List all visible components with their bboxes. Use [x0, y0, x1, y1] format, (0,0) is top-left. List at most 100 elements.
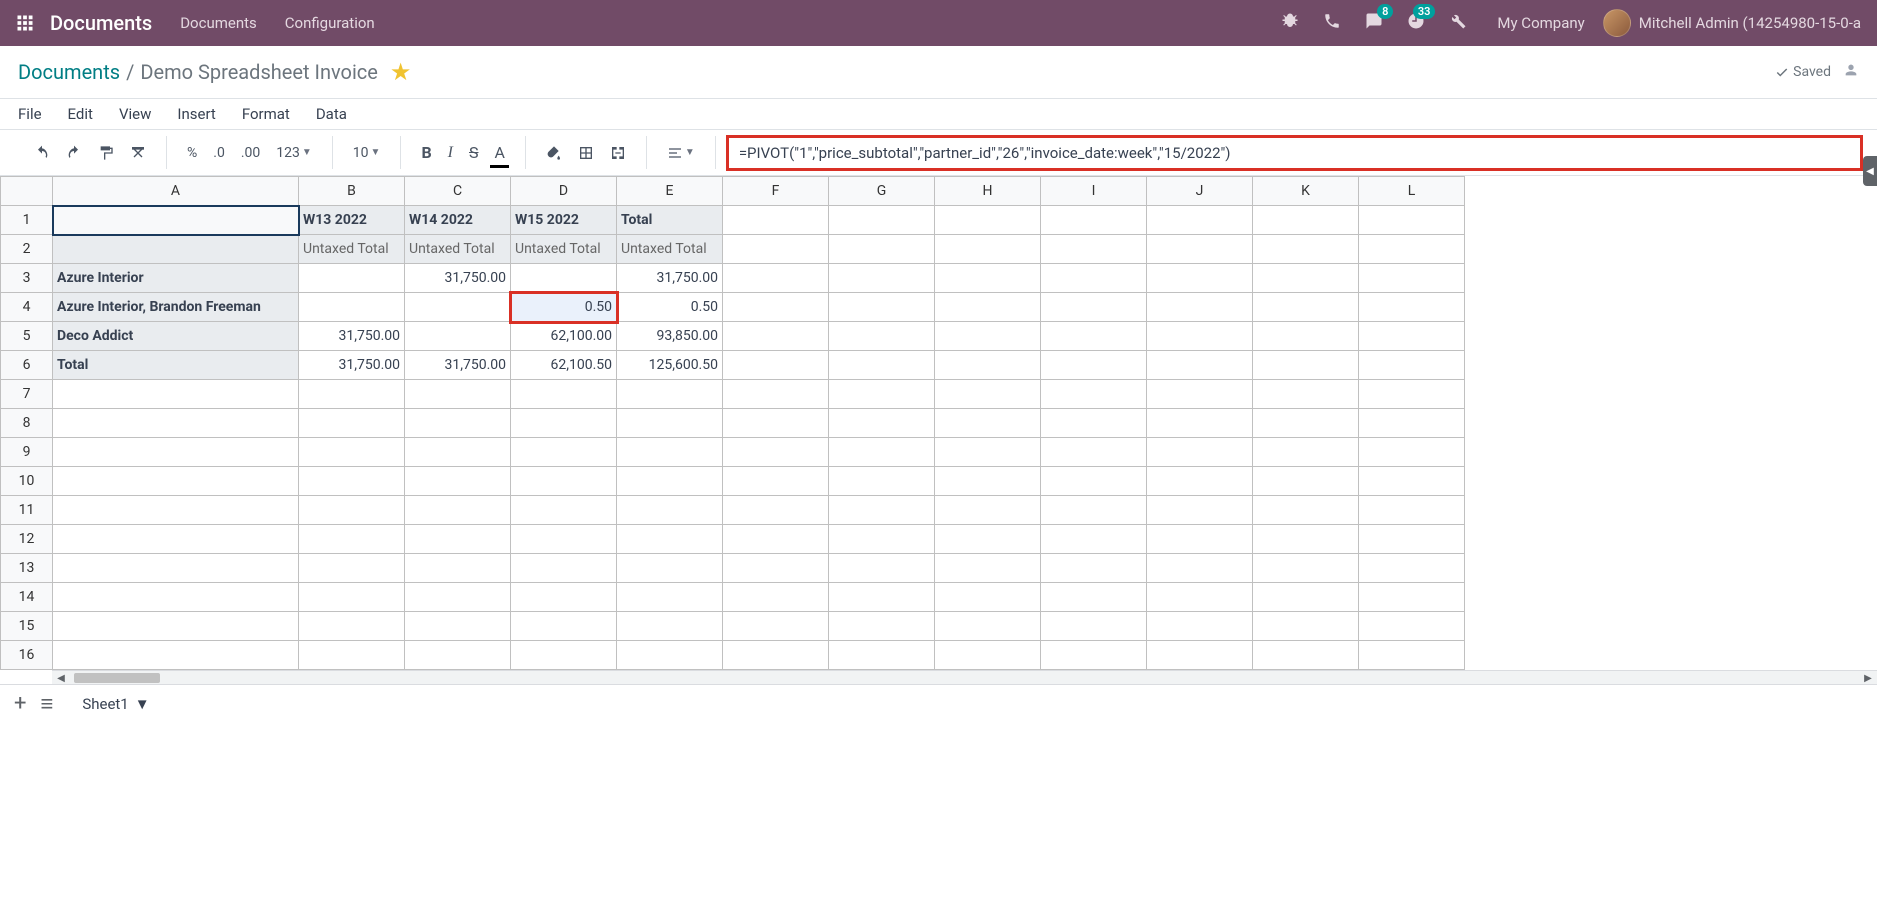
cell-G16[interactable]: [829, 641, 935, 670]
phone-icon[interactable]: [1323, 12, 1341, 34]
cell-J9[interactable]: [1147, 438, 1253, 467]
cell-I13[interactable]: [1041, 554, 1147, 583]
row-header-1[interactable]: 1: [1, 206, 53, 235]
cell-F4[interactable]: [723, 293, 829, 322]
cell-G9[interactable]: [829, 438, 935, 467]
cell-C1[interactable]: W14 2022: [405, 206, 511, 235]
cell-F3[interactable]: [723, 264, 829, 293]
cell-D3[interactable]: [511, 264, 617, 293]
cell-I16[interactable]: [1041, 641, 1147, 670]
cell-D10[interactable]: [511, 467, 617, 496]
cell-B10[interactable]: [299, 467, 405, 496]
cell-C4[interactable]: [405, 293, 511, 322]
row-header-6[interactable]: 6: [1, 351, 53, 380]
cell-L11[interactable]: [1359, 496, 1465, 525]
scroll-left-icon[interactable]: ◀: [52, 671, 70, 684]
cell-L6[interactable]: [1359, 351, 1465, 380]
cell-H10[interactable]: [935, 467, 1041, 496]
cell-B16[interactable]: [299, 641, 405, 670]
cell-E13[interactable]: [617, 554, 723, 583]
menu-edit[interactable]: Edit: [68, 105, 93, 123]
cell-B3[interactable]: [299, 264, 405, 293]
cell-D6[interactable]: 62,100.50: [511, 351, 617, 380]
add-sheet-button[interactable]: +: [14, 691, 26, 716]
cell-F11[interactable]: [723, 496, 829, 525]
cell-I1[interactable]: [1041, 206, 1147, 235]
cell-H13[interactable]: [935, 554, 1041, 583]
menu-view[interactable]: View: [119, 105, 151, 123]
cell-J1[interactable]: [1147, 206, 1253, 235]
cell-E15[interactable]: [617, 612, 723, 641]
cell-H16[interactable]: [935, 641, 1041, 670]
nav-link-documents[interactable]: Documents: [180, 14, 257, 32]
cell-E14[interactable]: [617, 583, 723, 612]
cell-G14[interactable]: [829, 583, 935, 612]
row-header-4[interactable]: 4: [1, 293, 53, 322]
cell-J13[interactable]: [1147, 554, 1253, 583]
cell-F15[interactable]: [723, 612, 829, 641]
col-header-D[interactable]: D: [511, 177, 617, 206]
cell-A11[interactable]: [53, 496, 299, 525]
percent-format-button[interactable]: %: [181, 141, 203, 165]
menu-file[interactable]: File: [18, 105, 42, 123]
cell-D1[interactable]: W15 2022: [511, 206, 617, 235]
cell-E2[interactable]: Untaxed Total: [617, 235, 723, 264]
cell-F7[interactable]: [723, 380, 829, 409]
cell-C15[interactable]: [405, 612, 511, 641]
cell-E12[interactable]: [617, 525, 723, 554]
cell-J5[interactable]: [1147, 322, 1253, 351]
scroll-right-icon[interactable]: ▶: [1859, 671, 1877, 684]
cell-G3[interactable]: [829, 264, 935, 293]
cell-D14[interactable]: [511, 583, 617, 612]
spreadsheet-grid[interactable]: A B C D E F G H I J K L 1 W13 2022 W14 2…: [0, 176, 1465, 670]
cell-F1[interactable]: [723, 206, 829, 235]
cell-B6[interactable]: 31,750.00: [299, 351, 405, 380]
fill-color-button[interactable]: [540, 141, 568, 165]
row-header-5[interactable]: 5: [1, 322, 53, 351]
cell-A14[interactable]: [53, 583, 299, 612]
cell-F2[interactable]: [723, 235, 829, 264]
cell-G1[interactable]: [829, 206, 935, 235]
cell-I2[interactable]: [1041, 235, 1147, 264]
cell-A9[interactable]: [53, 438, 299, 467]
cell-J3[interactable]: [1147, 264, 1253, 293]
cell-H3[interactable]: [935, 264, 1041, 293]
cell-A1[interactable]: [53, 206, 299, 235]
cell-A3[interactable]: Azure Interior: [53, 264, 299, 293]
row-header-12[interactable]: 12: [1, 525, 53, 554]
cell-E5[interactable]: 93,850.00: [617, 322, 723, 351]
cell-L14[interactable]: [1359, 583, 1465, 612]
username-label[interactable]: Mitchell Admin (14254980-15-0-a: [1639, 14, 1861, 32]
cell-L4[interactable]: [1359, 293, 1465, 322]
cell-B9[interactable]: [299, 438, 405, 467]
strikethrough-button[interactable]: S: [463, 139, 485, 166]
cell-E6[interactable]: 125,600.50: [617, 351, 723, 380]
cell-I7[interactable]: [1041, 380, 1147, 409]
cell-J15[interactable]: [1147, 612, 1253, 641]
number-format-button[interactable]: 123▼: [270, 141, 318, 165]
cell-K13[interactable]: [1253, 554, 1359, 583]
cell-L3[interactable]: [1359, 264, 1465, 293]
cell-C16[interactable]: [405, 641, 511, 670]
cell-E8[interactable]: [617, 409, 723, 438]
cell-G15[interactable]: [829, 612, 935, 641]
paint-format-button[interactable]: [92, 141, 120, 165]
undo-button[interactable]: [28, 141, 56, 165]
cell-K12[interactable]: [1253, 525, 1359, 554]
col-header-A[interactable]: A: [53, 177, 299, 206]
cell-B11[interactable]: [299, 496, 405, 525]
apps-grid-icon[interactable]: [16, 14, 34, 32]
cell-C9[interactable]: [405, 438, 511, 467]
cell-G12[interactable]: [829, 525, 935, 554]
cell-I11[interactable]: [1041, 496, 1147, 525]
clear-format-button[interactable]: [124, 141, 152, 165]
cell-A2[interactable]: [53, 235, 299, 264]
cell-E7[interactable]: [617, 380, 723, 409]
cell-A6[interactable]: Total: [53, 351, 299, 380]
row-header-10[interactable]: 10: [1, 467, 53, 496]
cell-G4[interactable]: [829, 293, 935, 322]
nav-link-configuration[interactable]: Configuration: [285, 14, 375, 32]
cell-J4[interactable]: [1147, 293, 1253, 322]
cell-K8[interactable]: [1253, 409, 1359, 438]
cell-E10[interactable]: [617, 467, 723, 496]
